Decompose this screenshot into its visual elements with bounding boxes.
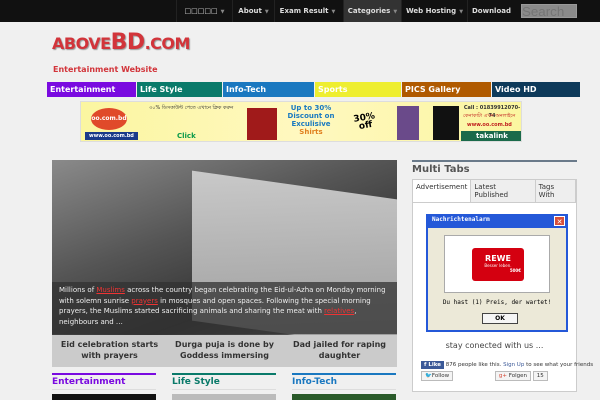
category-info-tech[interactable]: Info-Tech bbox=[223, 82, 314, 97]
section-title[interactable]: Entertainment bbox=[52, 375, 156, 390]
widget-title: Multi Tabs bbox=[412, 164, 470, 175]
nav-item-exam-result[interactable]: Exam Result ▼ bbox=[274, 0, 340, 22]
shirt-image bbox=[397, 106, 419, 140]
nav-item-about[interactable]: About ▼ bbox=[232, 0, 274, 22]
social-widgets: f Like 876 people like this. Sign Up to … bbox=[421, 361, 593, 381]
nav-item-download[interactable]: Download bbox=[467, 0, 515, 22]
fb-signup-link[interactable]: Sign Up bbox=[503, 362, 524, 368]
section-image[interactable] bbox=[292, 394, 396, 400]
section-title[interactable]: Life Style bbox=[172, 375, 276, 390]
ad-title: Nachrichtenalarm bbox=[432, 216, 490, 223]
caret-down-icon: ▼ bbox=[393, 9, 398, 15]
caption-link[interactable]: Muslims bbox=[96, 286, 124, 294]
tab-advertisement[interactable]: Advertisement bbox=[413, 180, 472, 202]
takalink-logo: takalink bbox=[461, 131, 521, 141]
close-icon[interactable]: ✕ bbox=[554, 216, 565, 226]
ad-amount: 500€ bbox=[509, 268, 521, 273]
nav-label: Web Hosting bbox=[405, 7, 457, 15]
caption-link[interactable]: prayers bbox=[131, 297, 158, 305]
nav-item-web-hosting[interactable]: Web Hosting ▼ bbox=[401, 0, 467, 22]
shirt-image bbox=[433, 106, 459, 140]
ad-banner[interactable]: oo.com.bd www.oo.com.bd ৩০% ডিসকাউন্ট পে… bbox=[80, 101, 522, 142]
gplus-count: 15 bbox=[532, 371, 548, 381]
nav-label: Exam Result bbox=[279, 7, 329, 15]
logo-main: BD bbox=[110, 30, 146, 55]
banner-promo: Up to 30% Discount on Exculisive Shirts bbox=[287, 104, 335, 136]
ad-image: REWE Besser leben. 500€ bbox=[444, 235, 550, 293]
fb-text: to see what your friends bbox=[524, 362, 594, 368]
category-sports[interactable]: Sports bbox=[315, 82, 401, 97]
section-info-tech: Info-Tech bbox=[292, 373, 396, 400]
nav-label: About bbox=[238, 7, 262, 15]
search-input[interactable] bbox=[521, 4, 577, 18]
ad-brand: REWE bbox=[485, 254, 511, 263]
slider-tab[interactable]: Dad jailed for raping daughter bbox=[282, 335, 397, 367]
category-entertainment[interactable]: Entertainment bbox=[47, 82, 136, 97]
popup-ad[interactable]: Nachrichtenalarm ✕ REWE Besser leben. 500€… bbox=[426, 214, 568, 332]
nav-item-categories[interactable]: Categories ▼ bbox=[343, 0, 401, 22]
nav-item-home[interactable]: □□□□□ ▼ bbox=[176, 0, 232, 22]
slider-tab[interactable]: Eid celebration starts with prayers bbox=[52, 335, 167, 367]
category-pics-gallery[interactable]: PICS Gallery bbox=[402, 82, 491, 97]
section-image[interactable] bbox=[52, 394, 156, 400]
ad-ok-button[interactable]: OK bbox=[482, 313, 518, 324]
slider-tabs: Eid celebration starts with prayers Durg… bbox=[52, 335, 397, 367]
logo-suffix: .COM bbox=[144, 34, 191, 53]
ad-message: Du hast (1) Preis, der wartet! bbox=[442, 299, 552, 306]
tab-tags-with[interactable]: Tags With bbox=[536, 180, 576, 202]
category-life-style[interactable]: Life Style bbox=[137, 82, 222, 97]
section-life-style: Life Style bbox=[172, 373, 276, 400]
discount-badge: 30% off bbox=[352, 111, 376, 133]
caret-down-icon: ▼ bbox=[264, 9, 269, 15]
nav-label: Download bbox=[471, 7, 511, 15]
nav-label: Categories bbox=[347, 7, 391, 15]
logo-prefix: ABOVE bbox=[52, 34, 111, 53]
section-title[interactable]: Info-Tech bbox=[292, 375, 396, 390]
caret-down-icon: ▼ bbox=[220, 9, 225, 15]
section-image[interactable] bbox=[172, 394, 276, 400]
nav-label: □□□□□ bbox=[184, 7, 218, 15]
gplus-follow-button[interactable]: g+ Folgen bbox=[494, 371, 531, 381]
twitter-icon: 🐦 bbox=[425, 373, 432, 379]
tab-latest-published[interactable]: Latest Published bbox=[471, 180, 536, 202]
caret-down-icon: ▼ bbox=[331, 9, 336, 15]
shirt-image bbox=[247, 108, 277, 140]
caption-link[interactable]: relatives bbox=[324, 307, 354, 315]
banner-click: Click bbox=[177, 132, 196, 140]
gplus-icon: g+ bbox=[498, 373, 507, 379]
fb-count-text: 876 people like this. bbox=[445, 362, 502, 368]
banner-url: www.oo.com.bd bbox=[85, 132, 138, 140]
section-entertainment: Entertainment bbox=[52, 373, 156, 400]
facebook-like-button[interactable]: f Like bbox=[421, 361, 444, 369]
sidebar-multi-tabs: Multi Tabs Advertisement Latest Publishe… bbox=[412, 160, 593, 392]
slider-tab[interactable]: Durga puja is done by Goddess immersing bbox=[167, 335, 282, 367]
site-logo[interactable]: ABOVEBD.COM bbox=[52, 30, 190, 55]
banner-bangla: ৩০% ডিসকাউন্ট পেতে এখানে ক্লিক করুন bbox=[149, 105, 234, 111]
slider-caption: Millions of Muslims across the country b… bbox=[52, 282, 397, 334]
twitter-follow-button[interactable]: 🐦Follow bbox=[421, 371, 454, 381]
stay-connected-text: stay conected with us ... bbox=[445, 341, 544, 350]
site-tagline: Entertainment Website bbox=[53, 65, 158, 74]
caret-down-icon: ▼ bbox=[459, 9, 464, 15]
banner-call-bn: কেনাকাটা এখন অনলাইনে bbox=[463, 113, 516, 119]
category-video-hd[interactable]: Video HD bbox=[492, 82, 580, 97]
banner-url2: www.oo.com.bd bbox=[467, 122, 512, 128]
banner-logo: oo.com.bd bbox=[91, 108, 127, 130]
